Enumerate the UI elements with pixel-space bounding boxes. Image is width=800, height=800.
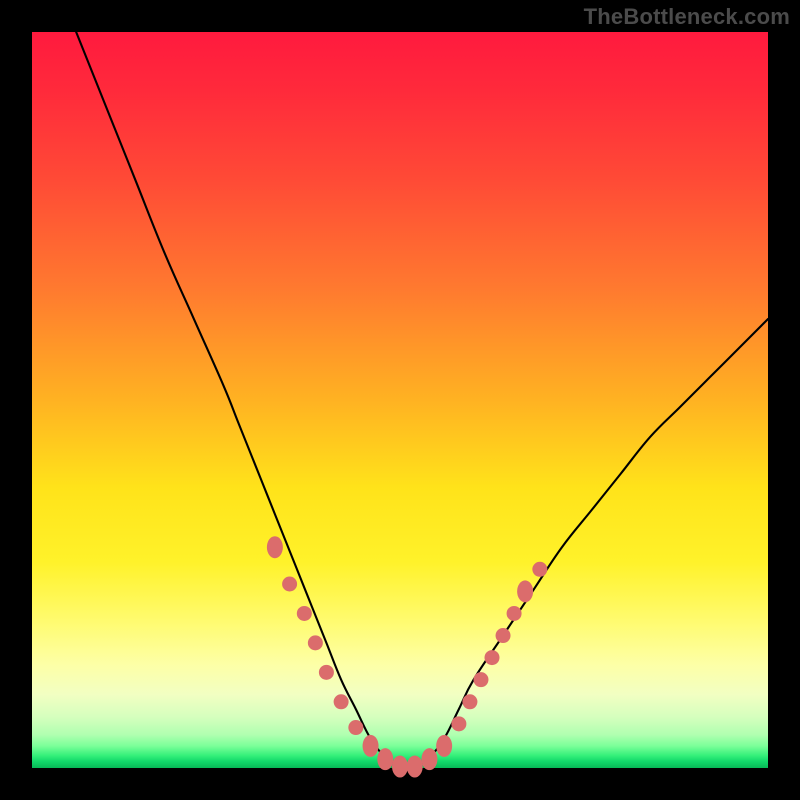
- data-marker: [451, 716, 466, 731]
- data-marker: [507, 606, 522, 621]
- data-marker: [377, 748, 393, 770]
- data-marker: [282, 577, 297, 592]
- data-marker: [485, 650, 500, 665]
- data-marker: [267, 536, 283, 558]
- data-marker: [348, 720, 363, 735]
- chart-frame: TheBottleneck.com: [0, 0, 800, 800]
- data-marker: [363, 735, 379, 757]
- data-marker: [462, 694, 477, 709]
- chart-svg: [32, 32, 768, 768]
- data-marker: [532, 562, 547, 577]
- data-marker: [517, 580, 533, 602]
- plot-area: [32, 32, 768, 768]
- data-marker: [421, 748, 437, 770]
- data-marker: [473, 672, 488, 687]
- data-marker: [496, 628, 511, 643]
- bottleneck-curve: [76, 32, 768, 768]
- data-marker: [392, 756, 408, 778]
- data-marker: [334, 694, 349, 709]
- data-marker: [308, 635, 323, 650]
- data-marker: [407, 756, 423, 778]
- watermark-text: TheBottleneck.com: [584, 4, 790, 30]
- data-marker: [297, 606, 312, 621]
- markers-group: [267, 536, 547, 777]
- data-marker: [319, 665, 334, 680]
- data-marker: [436, 735, 452, 757]
